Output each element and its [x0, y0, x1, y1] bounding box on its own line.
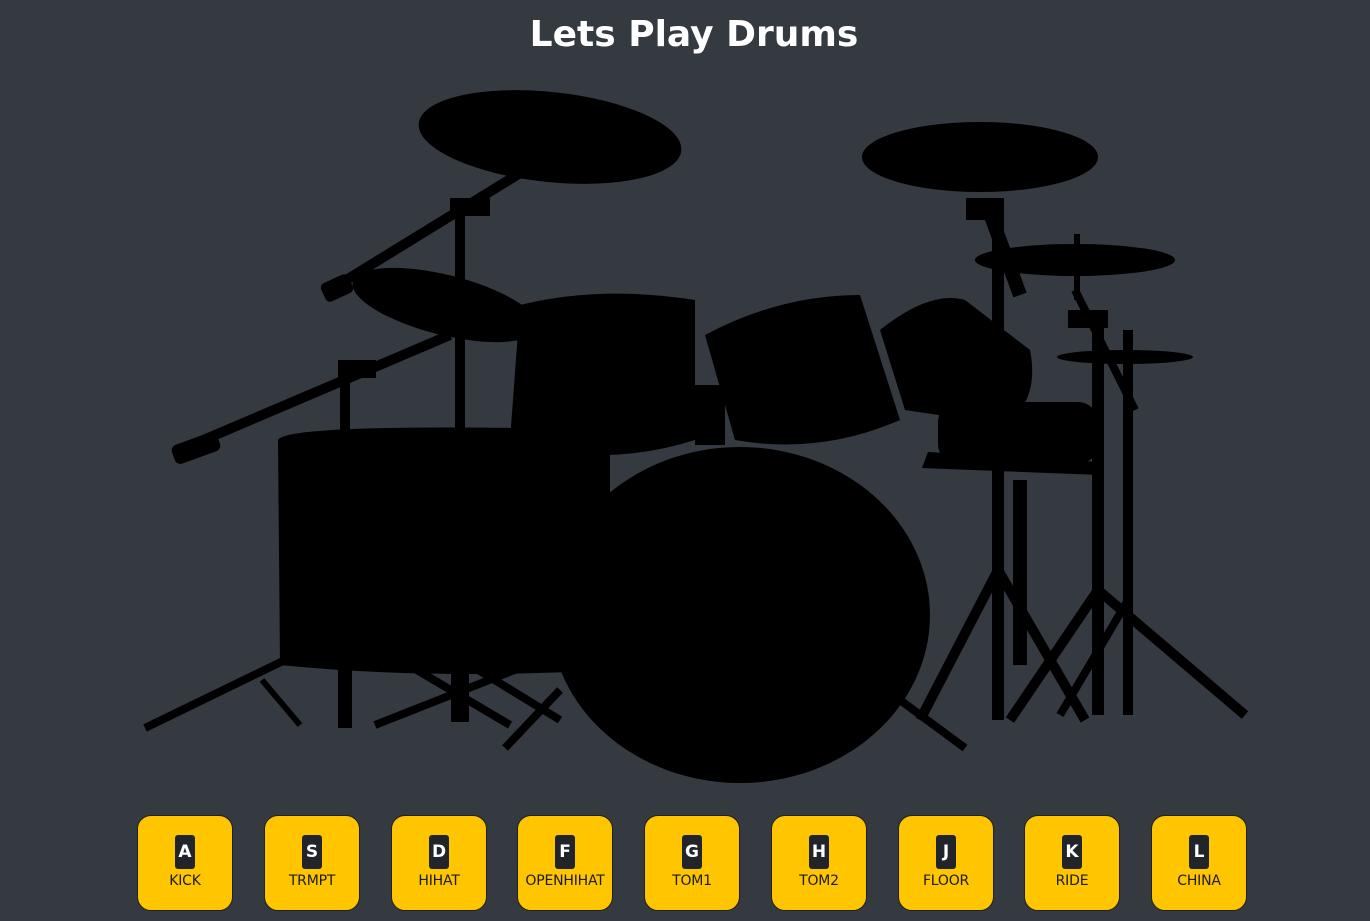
pad-key-badge: A	[175, 835, 195, 869]
pad-key-badge: D	[429, 835, 449, 869]
pad-sound-label: FLOOR	[922, 873, 970, 889]
pad-sound-label: TRMPT	[288, 873, 336, 889]
pad-sound-label: CHINA	[1177, 873, 1221, 889]
pad-sound-label: KICK	[169, 873, 201, 889]
page-title: Lets Play Drums	[529, 14, 859, 55]
drum-pads: A KICK S TRMPT D HIHAT F OPENHIHAT G TOM…	[137, 815, 1251, 913]
drum-pad-kick[interactable]: A KICK	[137, 815, 233, 911]
pad-key-badge: K	[1062, 835, 1082, 869]
right-crash-cymbal	[862, 122, 1098, 192]
drum-pad-hihat[interactable]: D HIHAT	[391, 815, 487, 911]
left-crash-cymbal	[418, 90, 682, 184]
drum-pad-tom1[interactable]: G TOM1	[644, 815, 740, 911]
drum-pad-china[interactable]: L CHINA	[1151, 815, 1247, 911]
pad-key-badge: G	[682, 835, 702, 869]
pad-key-badge: F	[555, 835, 575, 869]
drum-pad-openhihat[interactable]: F OPENHIHAT	[517, 815, 613, 911]
pad-sound-label: RIDE	[1055, 873, 1089, 889]
pad-sound-label: TOM2	[799, 873, 839, 889]
drum-pad-tom2[interactable]: H TOM2	[771, 815, 867, 911]
pad-sound-label: HIHAT	[418, 873, 460, 889]
drum-pad-ride[interactable]: K RIDE	[1024, 815, 1120, 911]
drum-pad-trmpt[interactable]: S TRMPT	[264, 815, 360, 911]
pad-sound-label: OPENHIHAT	[525, 873, 605, 889]
drum-pad-floor[interactable]: J FLOOR	[898, 815, 994, 911]
pad-key-badge: L	[1189, 835, 1209, 869]
pad-key-badge: H	[809, 835, 829, 869]
pad-sound-label: TOM1	[672, 873, 712, 889]
drum-app: Lets Play Drums A KICK S TRMPT D HIHAT F…	[0, 0, 1370, 921]
bass-drum	[550, 447, 930, 783]
pad-key-badge: J	[936, 835, 956, 869]
drum-kit-illustration	[143, 90, 1249, 783]
pad-key-badge: S	[302, 835, 322, 869]
